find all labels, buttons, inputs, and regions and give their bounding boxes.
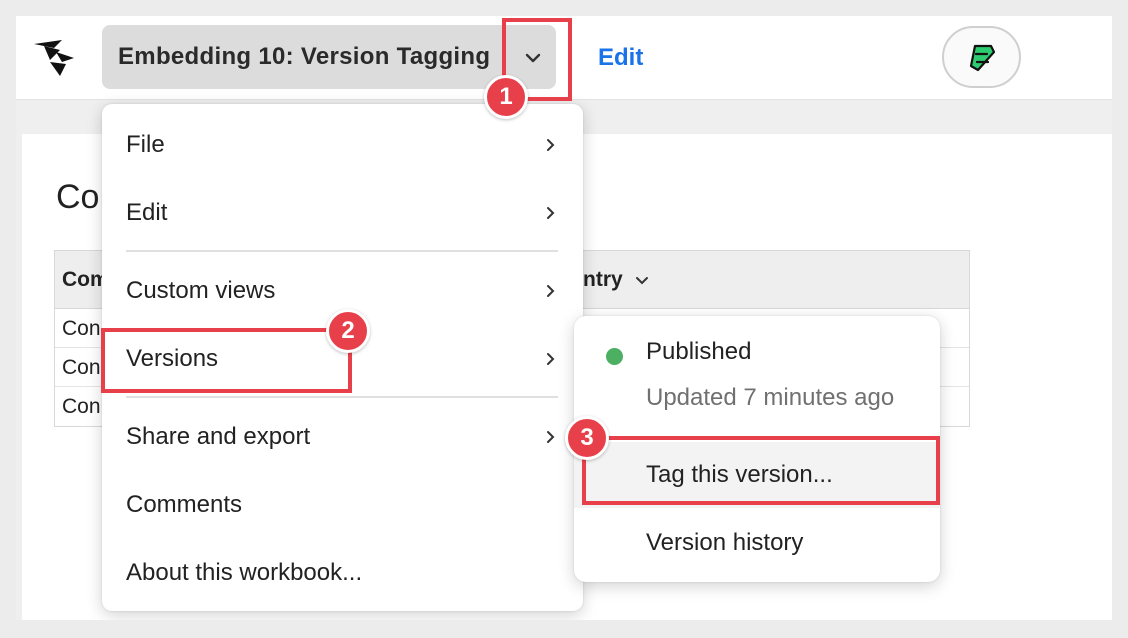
chevron-right-icon (542, 205, 558, 221)
menu-item-file[interactable]: File (102, 113, 583, 177)
menu-item-label: Edit (126, 199, 168, 226)
menu-item-label: About this workbook... (126, 559, 363, 586)
callout-highlight-2 (101, 328, 352, 393)
table-cell: Con (62, 317, 101, 340)
table-cell: Con (62, 356, 101, 379)
edit-button[interactable]: Edit (598, 16, 643, 100)
version-updated-time: Updated 7 minutes ago (646, 384, 895, 411)
workbook-title-button[interactable]: Embedding 10: Version Tagging (102, 25, 556, 89)
menu-item-about-workbook[interactable]: About this workbook... (102, 541, 583, 605)
callout-badge-3: 3 (565, 416, 609, 460)
menu-divider (126, 396, 558, 398)
app-icon (969, 44, 996, 72)
menu-item-label: Share and export (126, 423, 311, 450)
menu-item-comments[interactable]: Comments (102, 473, 583, 537)
version-history-item[interactable]: Version history (574, 510, 940, 576)
menu-item-share-and-export[interactable]: Share and export (102, 405, 583, 469)
column-header[interactable]: ntry (583, 251, 623, 309)
app-switcher-button[interactable] (942, 26, 1021, 88)
chevron-right-icon (542, 283, 558, 299)
chevron-right-icon (542, 137, 558, 153)
menu-item-edit[interactable]: Edit (102, 181, 583, 245)
version-status: Published (646, 338, 752, 365)
workbook-title: Embedding 10: Version Tagging (118, 43, 491, 70)
chevron-right-icon (542, 429, 558, 445)
chevron-right-icon (542, 351, 558, 367)
table-cell: Con (62, 395, 101, 418)
logo-icon[interactable] (32, 38, 76, 78)
callout-badge-1: 1 (484, 75, 528, 119)
submenu-item-label: Version history (646, 529, 804, 556)
app-frame: Embedding 10: Version Tagging Edit Co Co… (16, 16, 1112, 620)
menu-item-label: File (126, 131, 165, 158)
chevron-down-icon[interactable] (633, 271, 651, 289)
page-title: Co (56, 178, 100, 216)
callout-badge-2: 2 (326, 309, 370, 353)
menu-item-label: Custom views (126, 277, 276, 304)
menu-item-label: Comments (126, 491, 243, 518)
callout-highlight-3 (582, 436, 940, 505)
menu-divider (126, 250, 558, 252)
published-status-dot (606, 348, 623, 365)
